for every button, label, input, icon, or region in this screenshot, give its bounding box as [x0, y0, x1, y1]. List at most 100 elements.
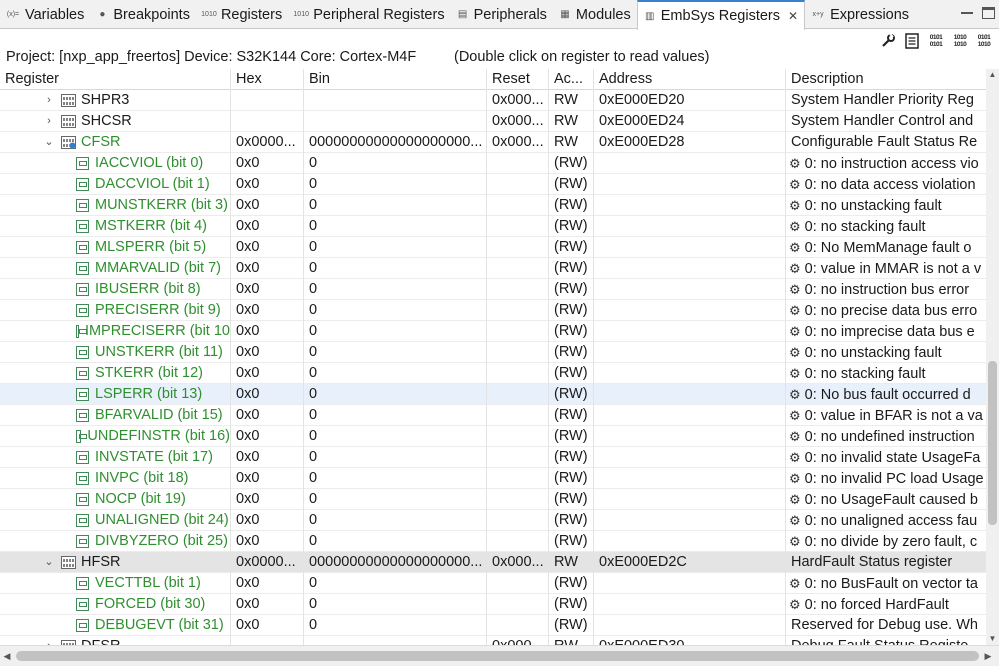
- hex-cell[interactable]: 0x0: [231, 447, 304, 468]
- bitfield-row[interactable]: VECTTBL (bit 1) 0x0 0 (RW) ⚙ 0: no BusFault o…: [0, 573, 999, 594]
- hex-cell[interactable]: 0x0: [231, 258, 304, 279]
- tab-modules[interactable]: ▦ Modules: [553, 0, 637, 29]
- bitfield-row[interactable]: MLSPERR (bit 5) 0x0 0 (RW) ⚙ 0: No MemManage …: [0, 237, 999, 258]
- hex-cell[interactable]: 0x0000...: [231, 552, 304, 573]
- expand-chevron-icon[interactable]: ›: [43, 111, 55, 132]
- hex-cell[interactable]: 0x0: [231, 342, 304, 363]
- vertical-scroll-thumb[interactable]: [988, 361, 997, 525]
- minimize-icon[interactable]: [960, 6, 974, 20]
- bitfield-row[interactable]: IBUSERR (bit 8) 0x0 0 (RW) ⚙ 0: no instructio…: [0, 279, 999, 300]
- bin-cell[interactable]: 0: [304, 153, 487, 174]
- hex-cell[interactable]: 0x0: [231, 510, 304, 531]
- column-header-bin[interactable]: Bin: [304, 69, 487, 90]
- column-header-access[interactable]: Ac...: [549, 69, 594, 90]
- bin-cell[interactable]: 0: [304, 447, 487, 468]
- tab-expressions[interactable]: x+y Expressions: [805, 0, 915, 29]
- register-row[interactable]: ⌄ HFSR 0x0000... 00000000000000000000... 0x0…: [0, 552, 999, 573]
- register-row[interactable]: › DFSR 0x000...RW0xE000ED30 Debug Fault Sta…: [0, 636, 999, 645]
- collapse-chevron-icon[interactable]: ⌄: [43, 132, 55, 153]
- hex-cell[interactable]: 0x0: [231, 384, 304, 405]
- bin-cell[interactable]: 00000000000000000000...: [304, 132, 487, 153]
- hex-cell[interactable]: [231, 90, 304, 111]
- hex-cell[interactable]: 0x0000...: [231, 132, 304, 153]
- column-header-register[interactable]: Register: [0, 69, 231, 90]
- bitfield-row[interactable]: NOCP (bit 19) 0x0 0 (RW) ⚙ 0: no UsageFault c…: [0, 489, 999, 510]
- register-row[interactable]: › SHPR3 0x000... RW 0xE000ED20 System Handler…: [0, 90, 999, 111]
- bin-cell[interactable]: 0: [304, 489, 487, 510]
- bitfield-row[interactable]: IMPRECISERR (bit 10 0x0 0 (RW) ⚙ 0: no imprec…: [0, 321, 999, 342]
- bin-cell[interactable]: 0: [304, 195, 487, 216]
- bin-cell[interactable]: 0: [304, 531, 487, 552]
- bin-cell[interactable]: 0: [304, 342, 487, 363]
- bin-cell[interactable]: [304, 90, 487, 111]
- horizontal-scroll-thumb[interactable]: [16, 651, 979, 661]
- horizontal-scrollbar[interactable]: ◀ ▶: [0, 645, 999, 666]
- maximize-icon[interactable]: [982, 7, 995, 19]
- bin-cell[interactable]: 0: [304, 384, 487, 405]
- scroll-down-arrow-icon[interactable]: ▼: [986, 633, 999, 645]
- hex-cell[interactable]: 0x0: [231, 531, 304, 552]
- hex-cell[interactable]: 0x0: [231, 363, 304, 384]
- bitfield-row[interactable]: STKERR (bit 12) 0x0 0 (RW) ⚙ 0: no stacking f…: [0, 363, 999, 384]
- bitfield-row[interactable]: BFARVALID (bit 15) 0x0 0 (RW) ⚙ 0: value in B…: [0, 405, 999, 426]
- hex-cell[interactable]: 0x0: [231, 615, 304, 636]
- bitfield-row[interactable]: MSTKERR (bit 4) 0x0 0 (RW) ⚙ 0: no stacking f…: [0, 216, 999, 237]
- bin-cell[interactable]: 0: [304, 510, 487, 531]
- bitfield-row[interactable]: DIVBYZERO (bit 25) 0x0 0 (RW) ⚙ 0: no divide …: [0, 531, 999, 552]
- vertical-scrollbar[interactable]: ▲ ▼: [986, 69, 999, 645]
- bin-cell[interactable]: 0: [304, 594, 487, 615]
- bitfield-row[interactable]: PRECISERR (bit 9) 0x0 0 (RW) ⚙ 0: no precise …: [0, 300, 999, 321]
- bitfield-row[interactable]: FORCED (bit 30) 0x0 0 (RW) ⚙ 0: no forced Har…: [0, 594, 999, 615]
- expand-chevron-icon[interactable]: ›: [43, 90, 55, 111]
- bin-cell[interactable]: 00000000000000000000...: [304, 552, 487, 573]
- hex-cell[interactable]: 0x0: [231, 321, 304, 342]
- hex-cell[interactable]: 0x0: [231, 300, 304, 321]
- hex-cell[interactable]: 0x0: [231, 468, 304, 489]
- tab-breakpoints[interactable]: ● Breakpoints: [90, 0, 196, 29]
- bin-cell[interactable]: 0: [304, 258, 487, 279]
- binary-format-icon-1[interactable]: 0101 0101: [927, 32, 945, 50]
- tab-peripheral-registers[interactable]: 1010 Peripheral Registers: [288, 0, 450, 29]
- hex-cell[interactable]: 0x0: [231, 594, 304, 615]
- bin-cell[interactable]: 0: [304, 237, 487, 258]
- hex-cell[interactable]: 0x0: [231, 237, 304, 258]
- bin-cell[interactable]: 0: [304, 300, 487, 321]
- collapse-chevron-icon[interactable]: ⌄: [43, 552, 55, 573]
- register-row[interactable]: ⌄ CFSR 0x0000... 00000000000000000000... 0x0…: [0, 132, 999, 153]
- bin-cell[interactable]: 0: [304, 279, 487, 300]
- bin-cell[interactable]: 0: [304, 426, 487, 447]
- bin-cell[interactable]: [304, 636, 487, 645]
- binary-format-icon-2[interactable]: 1010 1010: [951, 32, 969, 50]
- tab-embsys-registers[interactable]: ▥ EmbSys Registers ✕: [636, 0, 806, 30]
- hex-cell[interactable]: 0x0: [231, 573, 304, 594]
- bin-cell[interactable]: 0: [304, 405, 487, 426]
- wrench-icon[interactable]: [879, 32, 897, 50]
- hex-cell[interactable]: 0x0: [231, 405, 304, 426]
- bitfield-row[interactable]: UNALIGNED (bit 24) 0x0 0 (RW) ⚙ 0: no unalign…: [0, 510, 999, 531]
- register-row[interactable]: › SHCSR 0x000... RW 0xE000ED24 System Handler…: [0, 111, 999, 132]
- bitfield-row[interactable]: UNDEFINSTR (bit 16) 0x0 0 (RW) ⚙ 0: no undefi…: [0, 426, 999, 447]
- bitfield-row[interactable]: LSPERR (bit 13) 0x0 0 (RW) ⚙ 0: No bus fault …: [0, 384, 999, 405]
- hex-cell[interactable]: 0x0: [231, 195, 304, 216]
- hex-cell[interactable]: [231, 111, 304, 132]
- bitfield-row[interactable]: DACCVIOL (bit 1) 0x0 0 (RW) ⚙ 0: no data acce…: [0, 174, 999, 195]
- bitfield-row[interactable]: IACCVIOL (bit 0) 0x0 0 (RW) ⚙ 0: no instructi…: [0, 153, 999, 174]
- hex-cell[interactable]: 0x0: [231, 216, 304, 237]
- binary-format-icon-3[interactable]: 0101 1010: [975, 32, 993, 50]
- bitfield-row[interactable]: DEBUGEVT (bit 31) 0x0 0 (RW) Reserved for De…: [0, 615, 999, 636]
- hex-cell[interactable]: 0x0: [231, 279, 304, 300]
- bitfield-row[interactable]: UNSTKERR (bit 11) 0x0 0 (RW) ⚙ 0: no unstacki…: [0, 342, 999, 363]
- bitfield-row[interactable]: MMARVALID (bit 7) 0x0 0 (RW) ⚙ 0: value in MM…: [0, 258, 999, 279]
- bitfield-row[interactable]: INVSTATE (bit 17) 0x0 0 (RW) ⚙ 0: no invalid …: [0, 447, 999, 468]
- column-header-description[interactable]: Description: [786, 69, 999, 90]
- bin-cell[interactable]: [304, 111, 487, 132]
- close-tab-icon[interactable]: ✕: [788, 9, 798, 23]
- scroll-up-arrow-icon[interactable]: ▲: [986, 69, 999, 81]
- hex-cell[interactable]: 0x0: [231, 174, 304, 195]
- document-icon[interactable]: [903, 32, 921, 50]
- bin-cell[interactable]: 0: [304, 615, 487, 636]
- bin-cell[interactable]: 0: [304, 573, 487, 594]
- bin-cell[interactable]: 0: [304, 174, 487, 195]
- hex-cell[interactable]: 0x0: [231, 426, 304, 447]
- column-header-hex[interactable]: Hex: [231, 69, 304, 90]
